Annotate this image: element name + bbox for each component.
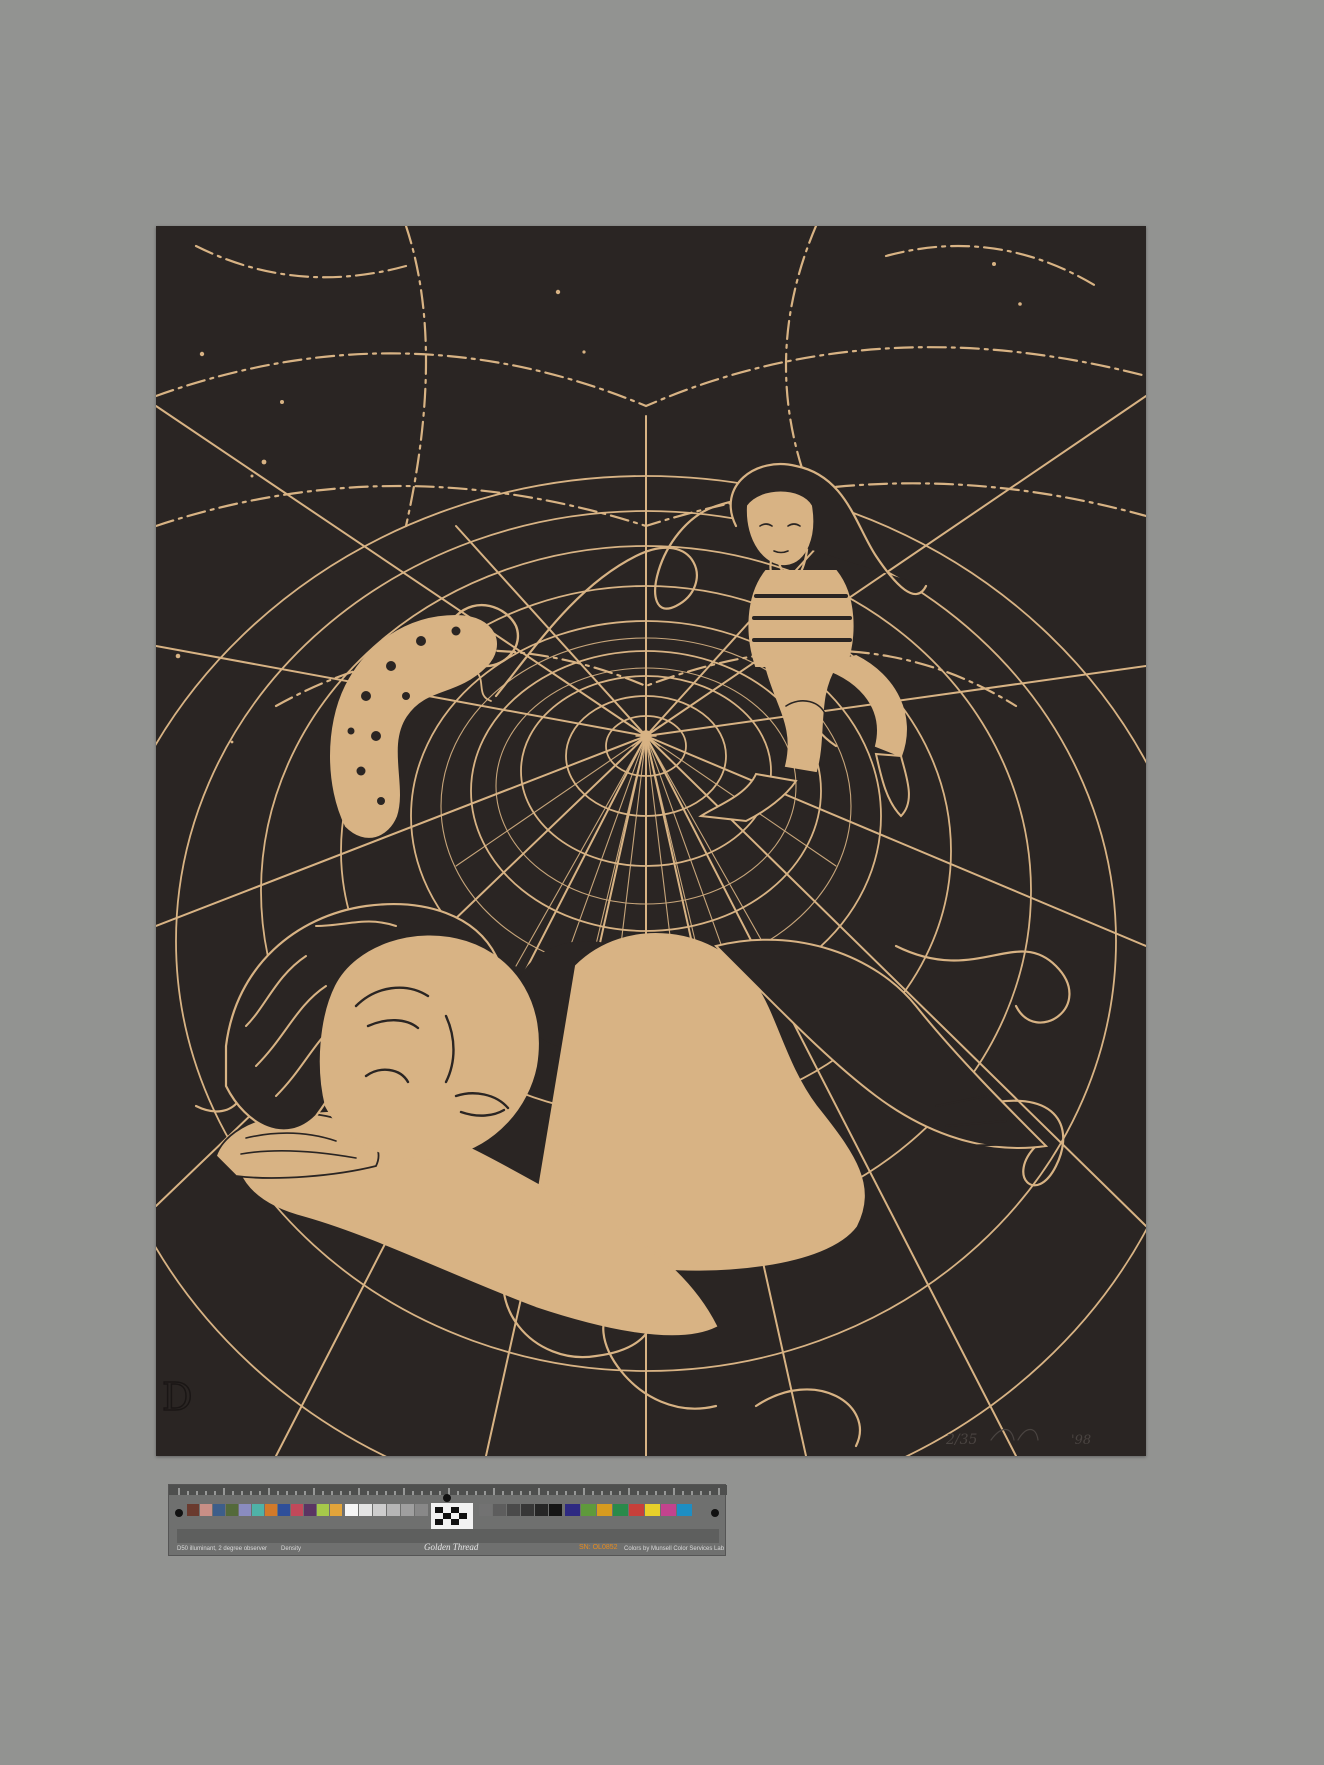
serial-number: SN: OL0852 [579,1544,618,1551]
artwork-illustration: D 2/35 '98 [156,226,1146,1456]
artwork-print: D 2/35 '98 [156,226,1146,1456]
gray-patch [345,1504,358,1516]
print-year: '98 [1071,1433,1091,1448]
color-patch [677,1504,692,1516]
color-patch [317,1504,329,1516]
color-patch [629,1504,644,1516]
gray-patch [359,1504,372,1516]
density-label: Density [281,1546,302,1552]
dashed-orbits [156,226,1146,708]
color-patch [581,1504,596,1516]
artist-signature [990,1428,1039,1441]
gray-patch [535,1504,548,1516]
color-patch [645,1504,660,1516]
resolution-target [431,1503,473,1529]
stars [175,262,1022,744]
color-patch [304,1504,316,1516]
color-patch [265,1504,277,1516]
color-patch [597,1504,612,1516]
color-patch [661,1504,676,1516]
brand-label: Golden Thread [424,1542,479,1552]
color-patch [565,1504,580,1516]
gray-patch [415,1504,428,1516]
illuminant-label: D50 illuminant, 2 degree observer [177,1546,268,1552]
chop-mark: D [162,1375,192,1419]
color-patch [613,1504,628,1516]
gray-patch [479,1504,492,1516]
gray-patch [373,1504,386,1516]
color-patch [187,1504,199,1516]
gray-patch [493,1504,506,1516]
sleeping-woman-figure [214,903,1049,1336]
color-patch [226,1504,238,1516]
color-patch [200,1504,212,1516]
color-patch [213,1504,225,1516]
sitting-girl-figure [698,463,928,823]
color-patch [278,1504,290,1516]
gray-patch [549,1504,562,1516]
gray-patch [401,1504,414,1516]
color-patch [330,1504,342,1516]
munsell-label: Colors by Munsell Color Services Lab [624,1546,725,1552]
color-patch [291,1504,303,1516]
gray-patch [521,1504,534,1516]
color-patch [252,1504,264,1516]
leopard-figure [330,603,519,838]
color-patch [239,1504,251,1516]
gray-patch [387,1504,400,1516]
gray-patch [507,1504,520,1516]
edition-number: 2/35 [945,1432,978,1448]
color-calibration-target: D50 illuminant, 2 degree observer Densit… [168,1484,727,1556]
